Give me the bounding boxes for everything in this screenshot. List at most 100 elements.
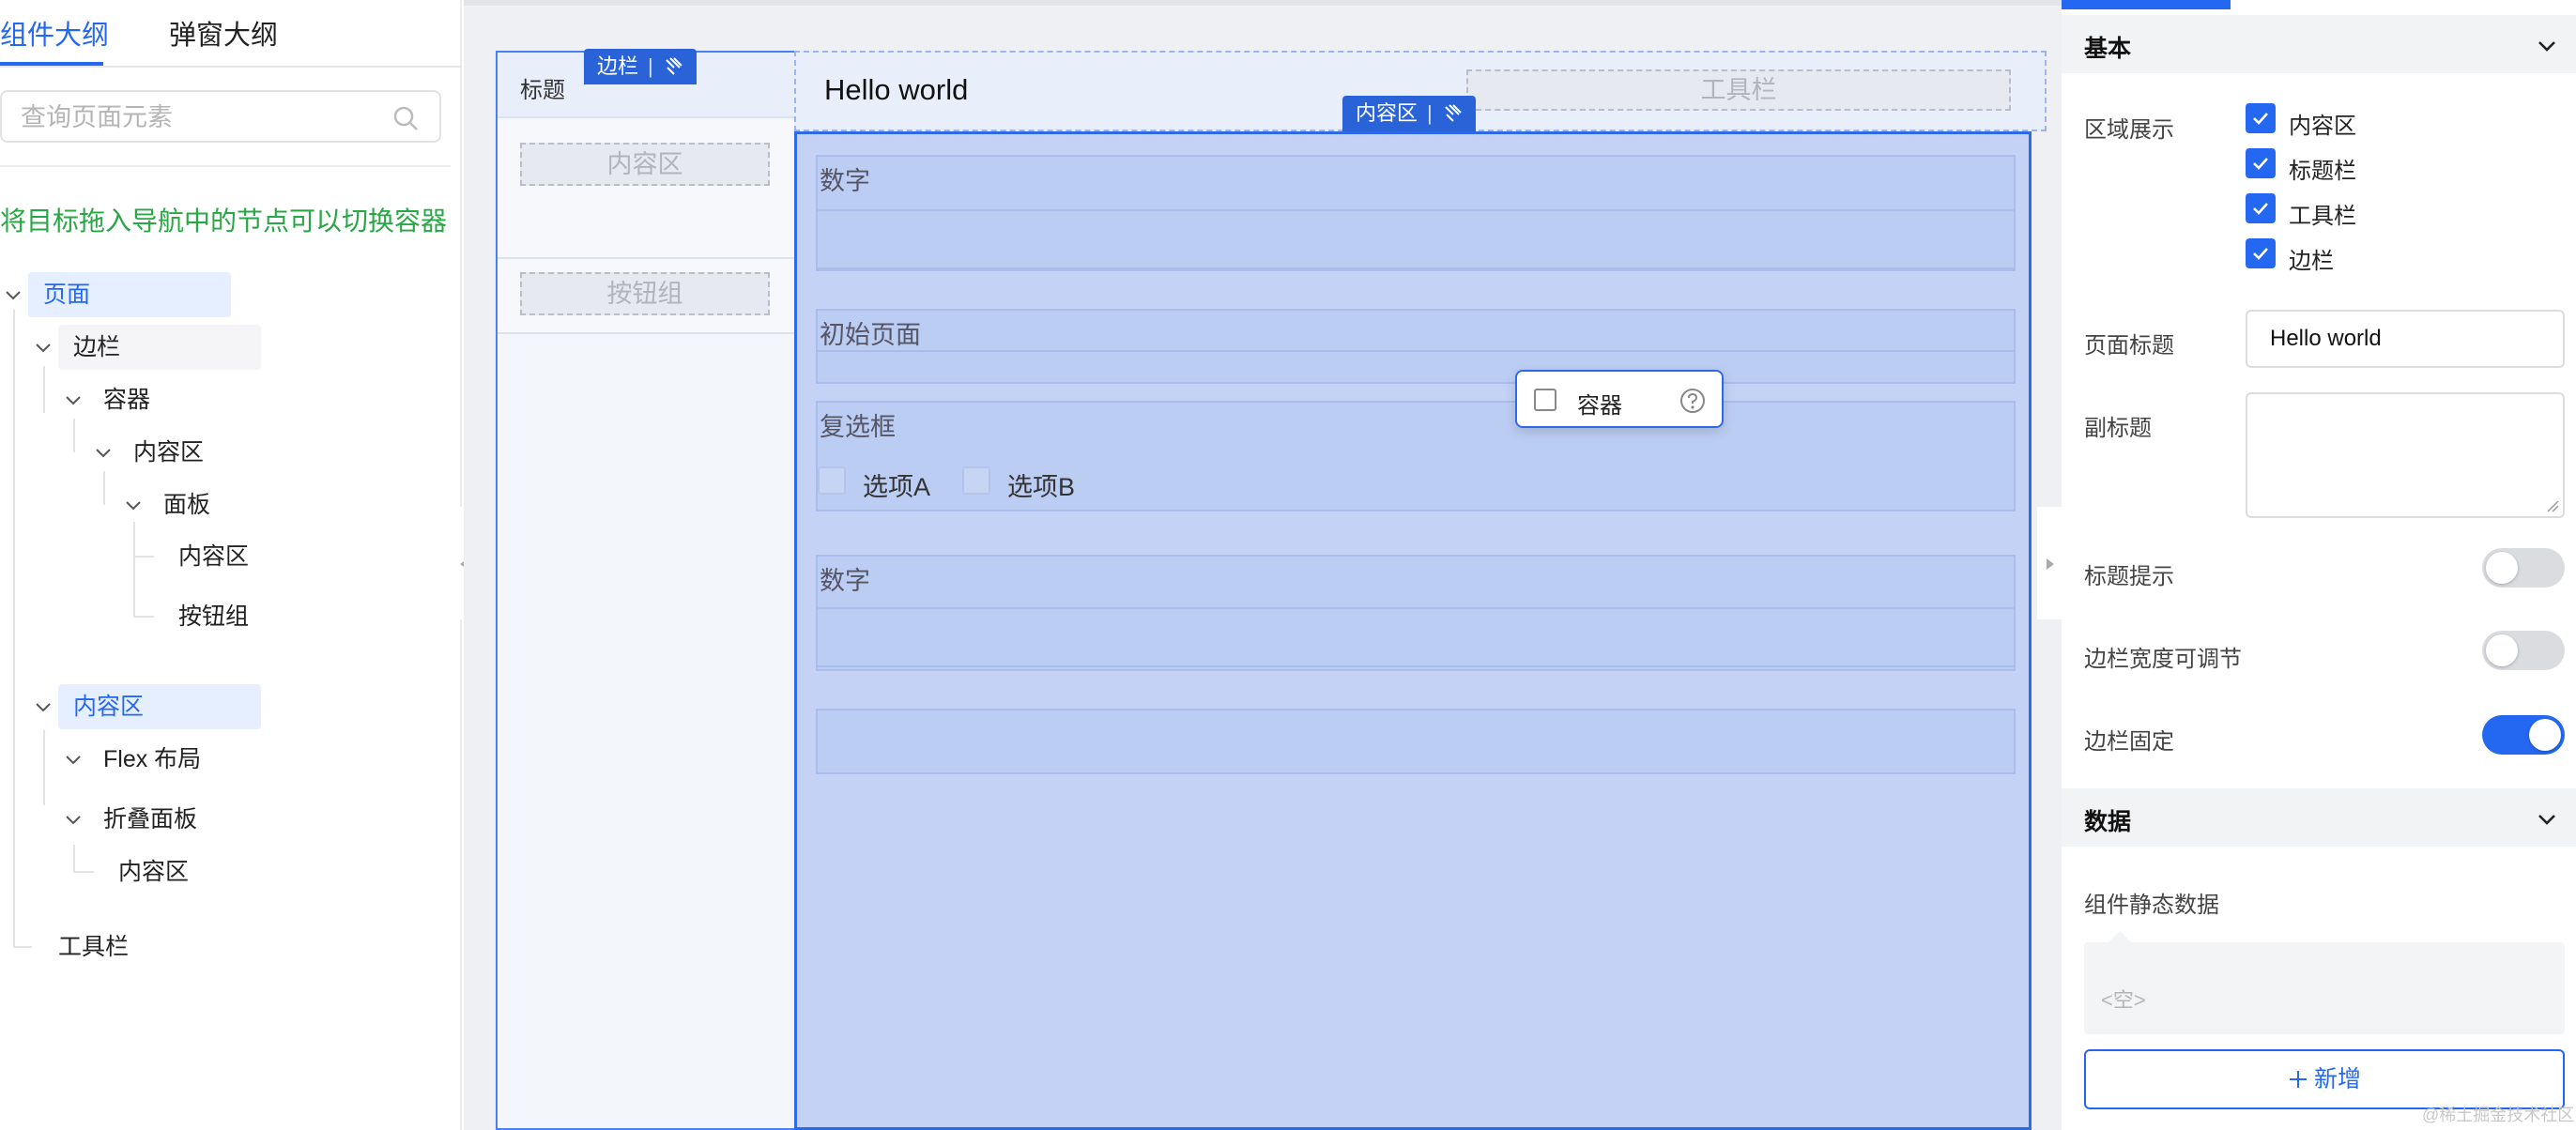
tree-node-container[interactable]: 容器 xyxy=(88,377,150,422)
chevron-down-icon[interactable] xyxy=(2535,34,2559,58)
tree-node-panel[interactable]: 面板 xyxy=(148,482,210,527)
drag-handle-icon[interactable] xyxy=(663,56,683,77)
checkbox-aside[interactable] xyxy=(2246,238,2276,268)
chevron-down-icon[interactable] xyxy=(62,389,84,411)
tree-node-toolbar[interactable]: 工具栏 xyxy=(43,924,129,970)
option-b-label: 选项B xyxy=(1007,473,1076,501)
static-data-label: 组件静态数据 xyxy=(2084,893,2219,918)
aside-label: 边栏 xyxy=(2289,249,2334,274)
checkbox-title-bar[interactable] xyxy=(2246,148,2276,178)
aside-fixed-label: 边栏固定 xyxy=(2084,729,2174,755)
tree-guide-line xyxy=(133,522,135,616)
block-label: 数字 xyxy=(820,167,870,195)
popover-checkbox[interactable] xyxy=(1534,389,1556,411)
content-tag[interactable]: 内容区 | xyxy=(1342,96,1476,131)
tree-node-collapse-content[interactable]: 内容区 xyxy=(103,849,189,894)
tag-separator: | xyxy=(1427,101,1433,125)
search-input[interactable] xyxy=(21,101,377,133)
aside-resizable-switch[interactable] xyxy=(2482,631,2565,670)
chevron-down-icon[interactable] xyxy=(92,441,115,464)
tree-guide-line xyxy=(73,845,75,873)
aside-region[interactable]: 标题 内容区 按钮组 xyxy=(496,51,796,1130)
help-icon[interactable] xyxy=(1679,387,1707,415)
empty-block[interactable] xyxy=(816,709,2016,774)
checkbox-toolbar[interactable] xyxy=(2246,193,2276,223)
tree-node-content[interactable]: 内容区 xyxy=(118,430,204,475)
aside-content-slot[interactable]: 内容区 xyxy=(520,143,770,186)
block-label: 数字 xyxy=(820,567,870,595)
tree-guide-line xyxy=(73,419,75,452)
data-section-header[interactable]: 数据 xyxy=(2062,788,2576,847)
aside-resizable-label: 边栏宽度可调节 xyxy=(2084,647,2242,672)
chevron-down-icon[interactable] xyxy=(62,808,84,831)
tree-guide-line xyxy=(133,616,154,618)
checkbox-group-block[interactable]: 复选框 选项A 选项B xyxy=(816,401,2016,512)
subtitle-label: 副标题 xyxy=(2084,416,2152,441)
check-icon xyxy=(2253,158,2268,170)
caret-right-icon xyxy=(2047,558,2054,570)
initial-page-slot[interactable] xyxy=(816,350,2016,384)
divider xyxy=(498,257,794,259)
tree-node-flex[interactable]: Flex 布局 xyxy=(88,737,201,782)
chevron-down-icon[interactable] xyxy=(122,494,145,516)
block-label: 初始页面 xyxy=(820,321,921,349)
check-icon xyxy=(2253,113,2268,125)
tree-guide-line xyxy=(43,730,45,805)
tree-node-aside[interactable]: 边栏 xyxy=(58,325,261,370)
drag-container-popover[interactable]: 容器 xyxy=(1515,370,1724,428)
outline-tabs: 组件大纲 弹窗大纲 xyxy=(0,0,462,68)
checkbox-content-region[interactable] xyxy=(2246,103,2276,133)
page-title-input[interactable]: Hello world xyxy=(2246,310,2565,368)
aside-tag[interactable]: 边栏 | xyxy=(584,49,697,84)
aside-fixed-switch[interactable] xyxy=(2482,715,2565,755)
content-region[interactable]: 数字 初始页面 复选框 选项A 选项B 数字 xyxy=(794,131,2032,1130)
active-tab-indicator xyxy=(0,62,103,66)
collapse-right-panel-handle[interactable] xyxy=(2037,507,2063,619)
number-input-slot[interactable] xyxy=(816,209,2016,269)
aside-buttons-slot[interactable]: 按钮组 xyxy=(520,272,770,315)
tree-node-content-area[interactable]: 内容区 xyxy=(58,684,261,729)
tree-node-panel-buttons[interactable]: 按钮组 xyxy=(163,594,249,639)
checkbox-option-a[interactable] xyxy=(818,466,846,495)
subtitle-textarea[interactable] xyxy=(2246,392,2565,518)
tree-guide-line xyxy=(103,471,105,505)
region-display-label: 区域展示 xyxy=(2084,117,2174,143)
basic-section-header[interactable]: 基本 xyxy=(2062,15,2576,73)
divider xyxy=(0,165,451,167)
toolbar-slot[interactable]: 工具栏 xyxy=(1466,69,2011,111)
title-bar-label: 标题栏 xyxy=(2289,159,2356,184)
watermark: @稀土掘金技术社区 xyxy=(2422,1106,2575,1124)
tree-guide-line xyxy=(133,556,154,557)
tree-node-page[interactable]: 页面 xyxy=(28,272,231,317)
empty-placeholder: <空> xyxy=(2101,988,2146,1012)
canvas-top-bar xyxy=(464,0,2062,6)
tree-node-panel-content[interactable]: 内容区 xyxy=(163,534,249,579)
aside-tag-label: 边栏 xyxy=(597,54,639,78)
tab-component-outline[interactable]: 组件大纲 xyxy=(0,13,109,53)
chevron-down-icon[interactable] xyxy=(32,695,54,718)
drag-handle-icon[interactable] xyxy=(1442,103,1463,124)
number-input-slot-2[interactable] xyxy=(816,607,2016,667)
tree-node-collapse[interactable]: 折叠面板 xyxy=(88,797,197,842)
aside-body: 内容区 按钮组 xyxy=(498,120,794,334)
title-tip-label: 标题提示 xyxy=(2084,564,2174,589)
check-icon xyxy=(2253,248,2268,260)
tree-guide-line xyxy=(13,310,15,948)
add-button[interactable]: 新增 xyxy=(2084,1049,2565,1109)
property-panel: 基本 区域展示 内容区 标题栏 工具栏 边栏 页面标题 Hello world … xyxy=(2062,0,2576,1130)
search-icon[interactable] xyxy=(392,105,419,131)
chevron-down-icon[interactable] xyxy=(2535,807,2559,832)
title-tip-switch[interactable] xyxy=(2482,548,2565,588)
resize-handle-icon[interactable] xyxy=(2546,499,2559,512)
checkbox-option-b[interactable] xyxy=(962,466,990,495)
chevron-down-icon[interactable] xyxy=(2,283,24,306)
chevron-down-icon[interactable] xyxy=(32,336,54,359)
search-box xyxy=(0,90,441,143)
tag-separator: | xyxy=(648,54,653,78)
page-title-label: 页面标题 xyxy=(2084,333,2174,359)
switch-knob xyxy=(2486,552,2518,584)
chevron-down-icon[interactable] xyxy=(62,748,84,771)
add-button-label: 新增 xyxy=(2313,1066,2361,1092)
tab-dialog-outline[interactable]: 弹窗大纲 xyxy=(169,13,278,53)
tree-guide-line xyxy=(43,366,45,413)
